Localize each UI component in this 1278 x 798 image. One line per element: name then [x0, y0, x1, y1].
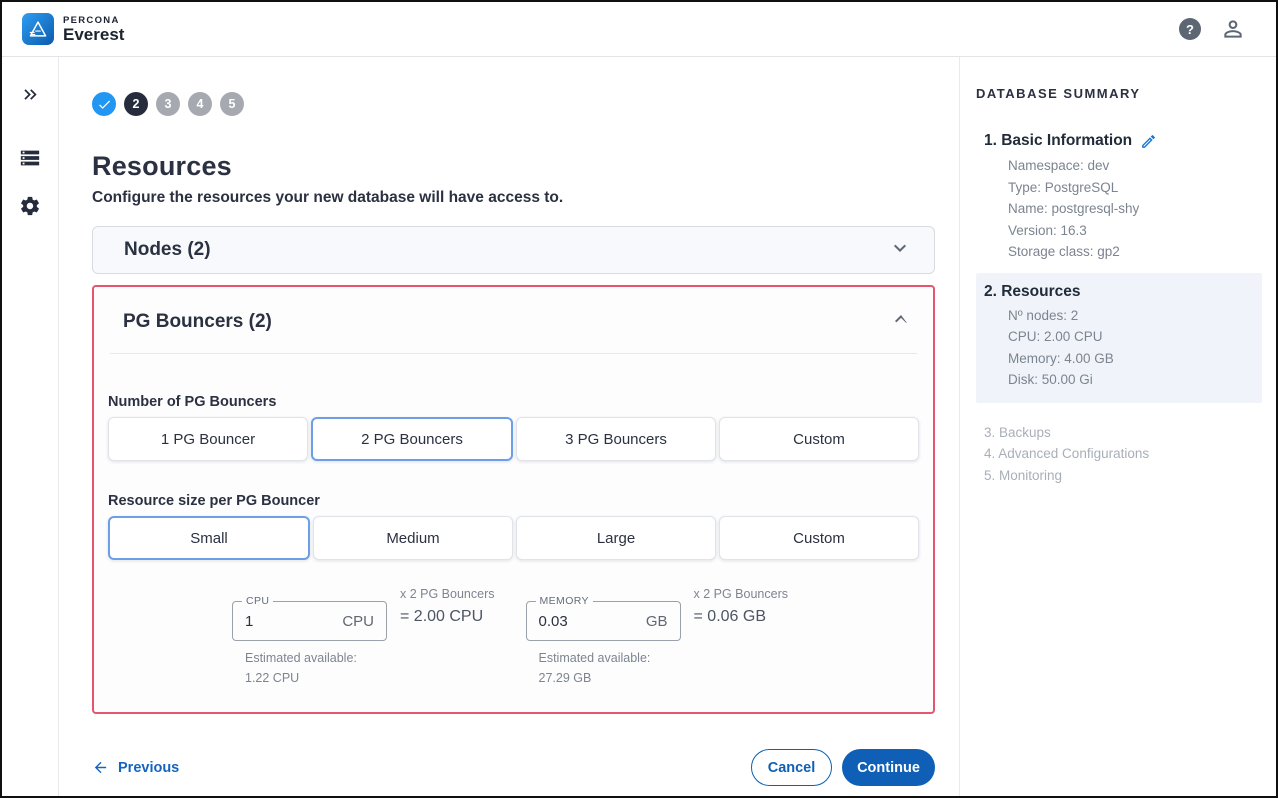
summary-item: Nº nodes: 2 — [1008, 305, 1254, 327]
summary-item: CPU: 2.00 CPU — [1008, 326, 1254, 348]
toggle-count-custom[interactable]: Custom — [719, 417, 919, 461]
pending-step-monitoring: 5. Monitoring — [976, 465, 1262, 487]
memory-input[interactable] — [527, 613, 615, 630]
app-header: PERCONA Everest ? — [2, 2, 1276, 57]
left-nav-rail — [2, 57, 59, 796]
cpu-field-label: CPU — [242, 595, 273, 607]
arrow-back-icon — [92, 759, 109, 776]
edit-pencil-icon[interactable] — [1140, 133, 1157, 150]
memory-input-wrapper: MEMORY GB — [526, 601, 681, 641]
memory-estimated-value: 27.29 GB — [526, 671, 681, 685]
summary-item: Version: 16.3 — [1008, 220, 1262, 242]
memory-estimated-label: Estimated available: — [526, 651, 681, 665]
cpu-input[interactable] — [233, 613, 321, 630]
continue-button[interactable]: Continue — [842, 749, 935, 786]
cpu-total: = 2.00 CPU — [400, 608, 495, 626]
summary-item: Disk: 50.00 Gi — [1008, 369, 1254, 391]
resources-summary-title: 2. Resources — [984, 283, 1081, 301]
pending-step-advanced-configurations: 4. Advanced Configurations — [976, 443, 1262, 465]
step-3: 3 — [156, 92, 180, 116]
cpu-group: CPU CPU Estimated available: 1.22 CPU x … — [232, 587, 495, 685]
cpu-calc: x 2 PG Bouncers = 2.00 CPU — [400, 587, 495, 626]
cancel-button[interactable]: Cancel — [751, 749, 832, 786]
count-group-label: Number of PG Bouncers — [108, 394, 919, 410]
memory-calc: x 2 PG Bouncers = 0.06 GB — [694, 587, 789, 626]
body: 2 3 4 5 Resources Configure the resource… — [2, 57, 1276, 796]
pg-bouncers-section: PG Bouncers (2) Number of PG Bouncers 1 … — [92, 285, 935, 714]
memory-unit: GB — [646, 613, 680, 630]
step-5: 5 — [220, 92, 244, 116]
step-4: 4 — [188, 92, 212, 116]
count-toggle-group: 1 PG Bouncer 2 PG Bouncers 3 PG Bouncers… — [108, 417, 919, 461]
chevron-down-icon[interactable] — [888, 236, 912, 265]
stepper: 2 3 4 5 — [92, 92, 935, 116]
summary-item: Memory: 4.00 GB — [1008, 348, 1254, 370]
memory-group: MEMORY GB Estimated available: 27.29 GB … — [526, 587, 789, 685]
size-toggle-group: Small Medium Large Custom — [108, 516, 919, 560]
page-subtitle: Configure the resources your new databas… — [92, 189, 935, 207]
account-icon[interactable] — [1220, 16, 1246, 42]
help-icon[interactable]: ? — [1179, 18, 1201, 40]
previous-label: Previous — [118, 760, 179, 776]
summary-item: Name: postgresql-shy — [1008, 198, 1262, 220]
summary-title: DATABASE SUMMARY — [976, 86, 1262, 101]
brand-everest: Everest — [63, 26, 124, 44]
divider — [110, 353, 917, 354]
summary-pending-steps: 3. Backups 4. Advanced Configurations 5.… — [976, 422, 1262, 487]
step-1-done — [92, 92, 116, 116]
cpu-multiplier: x 2 PG Bouncers — [400, 587, 495, 601]
size-group-label: Resource size per PG Bouncer — [108, 493, 919, 509]
wizard-main: 2 3 4 5 Resources Configure the resource… — [59, 57, 959, 796]
resource-inputs-row: CPU CPU Estimated available: 1.22 CPU x … — [232, 587, 919, 685]
chevron-up-icon[interactable] — [889, 307, 913, 336]
cpu-unit: CPU — [342, 613, 386, 630]
nodes-accordion-label: Nodes (2) — [124, 239, 211, 261]
databases-nav-icon[interactable] — [19, 147, 41, 169]
toggle-2-pg-bouncers[interactable]: 2 PG Bouncers — [311, 417, 513, 461]
wizard-footer: Previous Cancel Continue — [92, 749, 935, 786]
page-title: Resources — [92, 151, 935, 182]
database-summary-sidebar: DATABASE SUMMARY 1. Basic Information Na… — [959, 57, 1276, 796]
brand-percona: PERCONA — [63, 15, 124, 26]
nodes-accordion-header[interactable]: Nodes (2) — [92, 226, 935, 274]
brand-text: PERCONA Everest — [63, 15, 124, 44]
step-2-active: 2 — [124, 92, 148, 116]
percona-logo-icon — [22, 13, 54, 45]
summary-item: Namespace: dev — [1008, 155, 1262, 177]
toggle-size-small[interactable]: Small — [108, 516, 310, 560]
toggle-size-large[interactable]: Large — [516, 516, 716, 560]
pg-bouncers-accordion-header[interactable]: PG Bouncers (2) — [94, 287, 933, 336]
summary-item: Type: PostgreSQL — [1008, 177, 1262, 199]
previous-button[interactable]: Previous — [92, 759, 179, 776]
toggle-size-medium[interactable]: Medium — [313, 516, 513, 560]
app-window: PERCONA Everest ? — [0, 0, 1278, 798]
settings-gear-icon[interactable] — [19, 195, 41, 217]
pg-bouncers-accordion-label: PG Bouncers (2) — [123, 311, 272, 333]
cpu-input-wrapper: CPU CPU — [232, 601, 387, 641]
memory-multiplier: x 2 PG Bouncers — [694, 587, 789, 601]
summary-resources-highlight: 2. Resources Nº nodes: 2 CPU: 2.00 CPU M… — [976, 273, 1262, 403]
summary-basic-information: 1. Basic Information Namespace: dev Type… — [976, 132, 1262, 263]
summary-item: Storage class: gp2 — [1008, 241, 1262, 263]
pending-step-backups: 3. Backups — [976, 422, 1262, 444]
cpu-estimated-value: 1.22 CPU — [232, 671, 387, 685]
basic-information-title: 1. Basic Information — [984, 132, 1132, 150]
toggle-1-pg-bouncer[interactable]: 1 PG Bouncer — [108, 417, 308, 461]
expand-sidebar-icon[interactable] — [20, 84, 41, 105]
memory-total: = 0.06 GB — [694, 608, 789, 626]
toggle-3-pg-bouncers[interactable]: 3 PG Bouncers — [516, 417, 716, 461]
cpu-estimated-label: Estimated available: — [232, 651, 387, 665]
memory-field-label: MEMORY — [536, 595, 593, 607]
toggle-size-custom[interactable]: Custom — [719, 516, 919, 560]
check-icon — [97, 97, 112, 112]
